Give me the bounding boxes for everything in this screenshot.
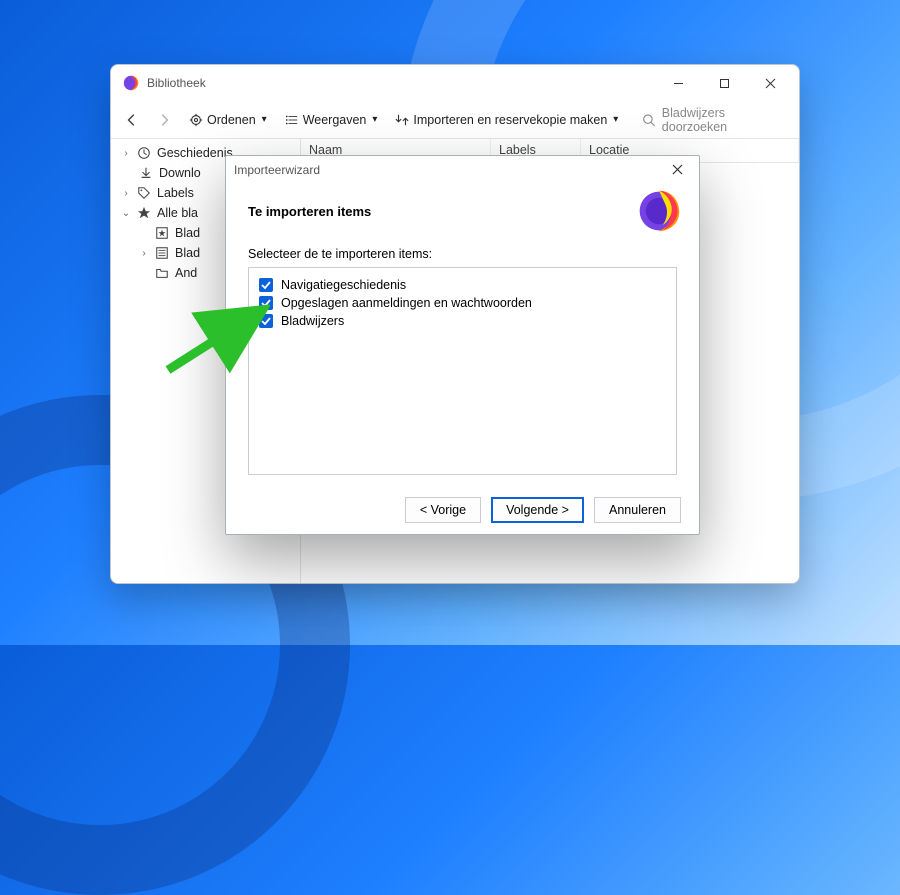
chevron-right-icon: › [121, 148, 131, 159]
bookmark-menu-icon [155, 246, 169, 260]
wizard-heading: Te importeren items [248, 204, 637, 219]
checkbox-label: Navigatiegeschiedenis [281, 278, 406, 292]
sidebar-label: And [175, 266, 197, 280]
back-button[interactable]: < Vorige [405, 497, 481, 523]
titlebar[interactable]: Bibliotheek [111, 65, 799, 101]
download-icon [139, 166, 153, 180]
list-icon [285, 113, 299, 127]
chevron-right-icon: › [139, 248, 149, 259]
close-icon [672, 164, 683, 175]
wizard-titlebar[interactable]: Importeerwizard [226, 156, 699, 183]
window-title: Bibliotheek [147, 76, 655, 90]
import-menu[interactable]: Importeren en reservekopie maken ▾ [391, 110, 622, 130]
search-field[interactable]: Bladwijzers doorzoeken [632, 106, 789, 134]
sidebar-label: Alle bla [157, 206, 198, 220]
organize-label: Ordenen [207, 113, 256, 127]
close-button[interactable] [663, 158, 691, 182]
wizard-header: Te importeren items [226, 183, 699, 247]
tag-icon [137, 186, 151, 200]
checkbox-label: Bladwijzers [281, 314, 344, 328]
toolbar: Ordenen ▾ Weergaven ▾ Importeren en reserv… [111, 101, 799, 139]
wizard-window-title: Importeerwizard [234, 163, 320, 177]
wizard-prompt: Selecteer de te importeren items: [248, 247, 677, 261]
sidebar-label: Blad [175, 226, 200, 240]
cancel-button[interactable]: Annuleren [594, 497, 681, 523]
organize-menu[interactable]: Ordenen ▾ [185, 110, 271, 130]
checkbox-checked-icon [259, 278, 273, 292]
checkbox-nav-history[interactable]: Navigatiegeschiedenis [259, 276, 666, 294]
window-controls [655, 68, 793, 98]
chevron-right-icon: › [121, 188, 131, 199]
import-wizard-dialog: Importeerwizard Te importeren items Sele… [225, 155, 700, 535]
wizard-footer: < Vorige Volgende > Annuleren [226, 485, 699, 534]
import-label: Importeren en reservekopie maken [413, 113, 607, 127]
import-export-icon [395, 113, 409, 127]
search-placeholder: Bladwijzers doorzoeken [662, 106, 789, 134]
nav-forward-button[interactable] [153, 110, 175, 130]
chevron-down-icon: ▾ [372, 114, 377, 125]
sidebar-label: Labels [157, 186, 194, 200]
bookmark-star-icon [155, 226, 169, 240]
clock-icon [137, 146, 151, 160]
import-items-list: Navigatiegeschiedenis Opgeslagen aanmeld… [248, 267, 677, 475]
firefox-icon [123, 75, 139, 91]
firefox-logo [637, 189, 681, 233]
next-button[interactable]: Volgende > [491, 497, 584, 523]
annotation-arrow [160, 300, 270, 380]
close-button[interactable] [747, 68, 793, 98]
checkbox-saved-logins[interactable]: Opgeslagen aanmeldingen en wachtwoorden [259, 294, 666, 312]
minimize-button[interactable] [655, 68, 701, 98]
gear-icon [189, 113, 203, 127]
chevron-down-icon: ▾ [613, 114, 618, 125]
views-menu[interactable]: Weergaven ▾ [281, 110, 382, 130]
sidebar-label: Downlo [159, 166, 201, 180]
nav-back-button[interactable] [121, 110, 143, 130]
maximize-button[interactable] [701, 68, 747, 98]
folder-icon [155, 266, 169, 280]
wizard-body: Selecteer de te importeren items: Naviga… [226, 247, 699, 485]
sidebar-label: Blad [175, 246, 200, 260]
checkbox-bookmarks[interactable]: Bladwijzers [259, 312, 666, 330]
chevron-down-icon: ⌄ [121, 208, 131, 219]
search-icon [642, 113, 655, 127]
checkbox-label: Opgeslagen aanmeldingen en wachtwoorden [281, 296, 532, 310]
views-label: Weergaven [303, 113, 367, 127]
sidebar-label: Geschiedenis [157, 146, 233, 160]
chevron-down-icon: ▾ [262, 114, 267, 125]
star-icon [137, 206, 151, 220]
